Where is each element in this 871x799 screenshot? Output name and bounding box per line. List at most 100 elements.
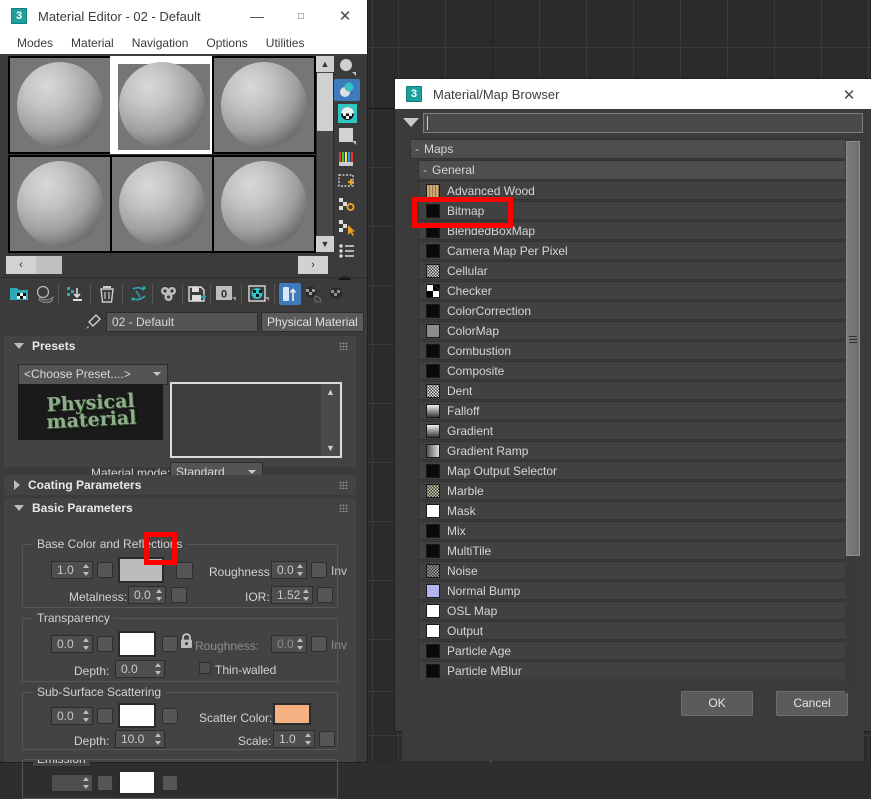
group-row-general[interactable]: - General — [418, 160, 852, 180]
scrollbar-thumb[interactable] — [317, 73, 333, 131]
eyedropper-icon[interactable] — [84, 313, 102, 331]
make-preview-icon[interactable] — [334, 171, 360, 193]
preset-list-scrollbar[interactable]: ▲ ▼ — [321, 384, 340, 456]
list-item[interactable]: ColorCorrection — [418, 301, 852, 320]
roughness-spinner[interactable]: 0.0 — [271, 561, 307, 579]
sample-slots-scrollbar[interactable]: ▲ ▼ — [316, 56, 334, 252]
search-input[interactable] — [423, 113, 863, 133]
material-effects-channel-icon[interactable] — [327, 283, 349, 305]
maximize-button[interactable]: □ — [279, 0, 323, 32]
list-item[interactable]: Cellular — [418, 261, 852, 280]
material-id-0-icon[interactable]: 0 — [215, 283, 237, 305]
scatter-color-swatch[interactable] — [273, 703, 311, 725]
show-in-viewport-icon[interactable] — [158, 283, 180, 305]
scroll-up-icon[interactable]: ▲ — [316, 56, 334, 72]
collapse-sign[interactable]: - — [410, 139, 424, 159]
sample-slot-3[interactable] — [212, 56, 316, 154]
preset-list[interactable]: ▲ ▼ — [170, 382, 342, 458]
minimize-button[interactable]: — — [235, 0, 279, 32]
list-item[interactable]: Mix — [418, 521, 852, 540]
nav-thumb[interactable] — [36, 256, 62, 274]
scrollbar-thumb[interactable] — [846, 141, 860, 556]
put-material-to-scene-icon[interactable] — [128, 283, 150, 305]
emission-amount-map-button[interactable] — [97, 775, 113, 791]
backlight-icon[interactable] — [334, 79, 360, 101]
sss-color-swatch[interactable] — [118, 703, 156, 728]
material-name-input[interactable]: 02 - Default — [106, 312, 258, 332]
sss-amount-spinner[interactable]: 0.0 — [51, 707, 93, 725]
delete-material-icon[interactable] — [96, 283, 118, 305]
browser-close-button[interactable]: ✕ — [827, 79, 871, 111]
go-forward-to-sibling-icon[interactable] — [303, 283, 325, 305]
sample-slot-4[interactable] — [8, 155, 112, 253]
map-list[interactable]: - Maps - General Advanced Wood Bitmap Blende… — [402, 139, 864, 761]
basic-rollout-header[interactable]: Basic Parameters — [4, 498, 356, 518]
menu-navigation[interactable]: Navigation — [123, 34, 198, 52]
list-item[interactable]: ColorMap — [418, 321, 852, 340]
menu-options[interactable]: Options — [197, 34, 256, 52]
sample-slot-6[interactable] — [212, 155, 316, 253]
reset-map-material-icon[interactable] — [64, 283, 86, 305]
sss-scale-map-button[interactable] — [319, 731, 335, 747]
menu-modes[interactable]: Modes — [8, 34, 62, 52]
nav-prev-button[interactable]: ‹ — [6, 256, 36, 274]
scroll-up-icon[interactable]: ▲ — [321, 384, 340, 400]
browser-titlebar[interactable]: 3 Material/Map Browser ✕ — [395, 79, 871, 109]
menu-utilities[interactable]: Utilities — [257, 34, 314, 52]
transparency-roughness-map-button[interactable] — [311, 636, 327, 652]
list-item[interactable]: Gradient Ramp — [418, 441, 852, 460]
transparency-amount-map-button[interactable] — [97, 636, 113, 652]
get-material-icon[interactable] — [8, 283, 30, 305]
list-item[interactable]: Normal Bump — [418, 581, 852, 600]
ok-button[interactable]: OK — [681, 691, 753, 716]
menu-material[interactable]: Material — [62, 34, 123, 52]
list-item[interactable]: Map Output Selector — [418, 461, 852, 480]
transparency-roughness-spinner[interactable]: 0.0 — [271, 635, 307, 653]
options-icon[interactable] — [334, 194, 360, 216]
base-weight-spinner[interactable]: 1.0 — [51, 561, 93, 579]
list-item[interactable]: Falloff — [418, 401, 852, 420]
list-item[interactable]: MultiTile — [418, 541, 852, 560]
sample-type-icon[interactable] — [334, 56, 360, 78]
sss-depth-spinner[interactable]: 10.0 — [115, 730, 165, 748]
ior-map-button[interactable] — [317, 587, 333, 603]
list-item[interactable]: Combustion — [418, 341, 852, 360]
nav-next-button[interactable]: › — [298, 256, 328, 274]
metalness-spinner[interactable]: 0.0 — [128, 586, 166, 604]
show-end-result-icon[interactable] — [248, 283, 270, 305]
sample-slot-1[interactable] — [8, 56, 112, 154]
list-item[interactable]: Output — [418, 621, 852, 640]
presets-rollout-header[interactable]: Presets — [4, 336, 356, 356]
make-material-copy-icon[interactable] — [186, 283, 208, 305]
transparency-color-swatch[interactable] — [118, 631, 156, 657]
sample-uv-tiling-icon[interactable] — [334, 125, 360, 147]
list-item[interactable]: Gradient — [418, 421, 852, 440]
choose-preset-combo[interactable]: <Choose Preset....> — [18, 364, 168, 385]
metalness-map-button[interactable] — [171, 587, 187, 603]
list-item[interactable]: Dent — [418, 381, 852, 400]
ior-spinner[interactable]: 1.52 — [271, 586, 313, 604]
material-id-channel-icon[interactable] — [334, 240, 360, 262]
list-item[interactable]: Noise — [418, 561, 852, 580]
material-editor-titlebar[interactable]: 3 Material Editor - 02 - Default — □ ✕ — [0, 0, 367, 32]
sss-amount-map-button[interactable] — [97, 708, 113, 724]
cancel-button[interactable]: Cancel — [776, 691, 848, 716]
list-item[interactable]: OSL Map — [418, 601, 852, 620]
emission-color-map-button[interactable] — [162, 775, 178, 791]
list-item[interactable]: Camera Map Per Pixel — [418, 241, 852, 260]
material-type-button[interactable]: Physical Material — [261, 312, 364, 332]
emission-color-swatch[interactable] — [118, 770, 156, 795]
nav-track[interactable] — [36, 256, 302, 274]
go-to-parent-icon[interactable] — [279, 283, 301, 305]
scroll-down-icon[interactable]: ▼ — [316, 236, 334, 252]
emission-amount-spinner[interactable] — [51, 774, 93, 792]
list-item[interactable]: Checker — [418, 281, 852, 300]
list-item[interactable]: Composite — [418, 361, 852, 380]
close-button[interactable]: ✕ — [323, 0, 367, 32]
list-item[interactable]: Marble — [418, 481, 852, 500]
transparency-color-map-button[interactable] — [162, 636, 178, 652]
chevron-down-icon[interactable] — [403, 118, 419, 127]
roughness-inv-button[interactable]: Inv — [331, 564, 347, 578]
sample-slot-2[interactable] — [110, 56, 214, 154]
map-list-scrollbar[interactable] — [845, 140, 861, 693]
